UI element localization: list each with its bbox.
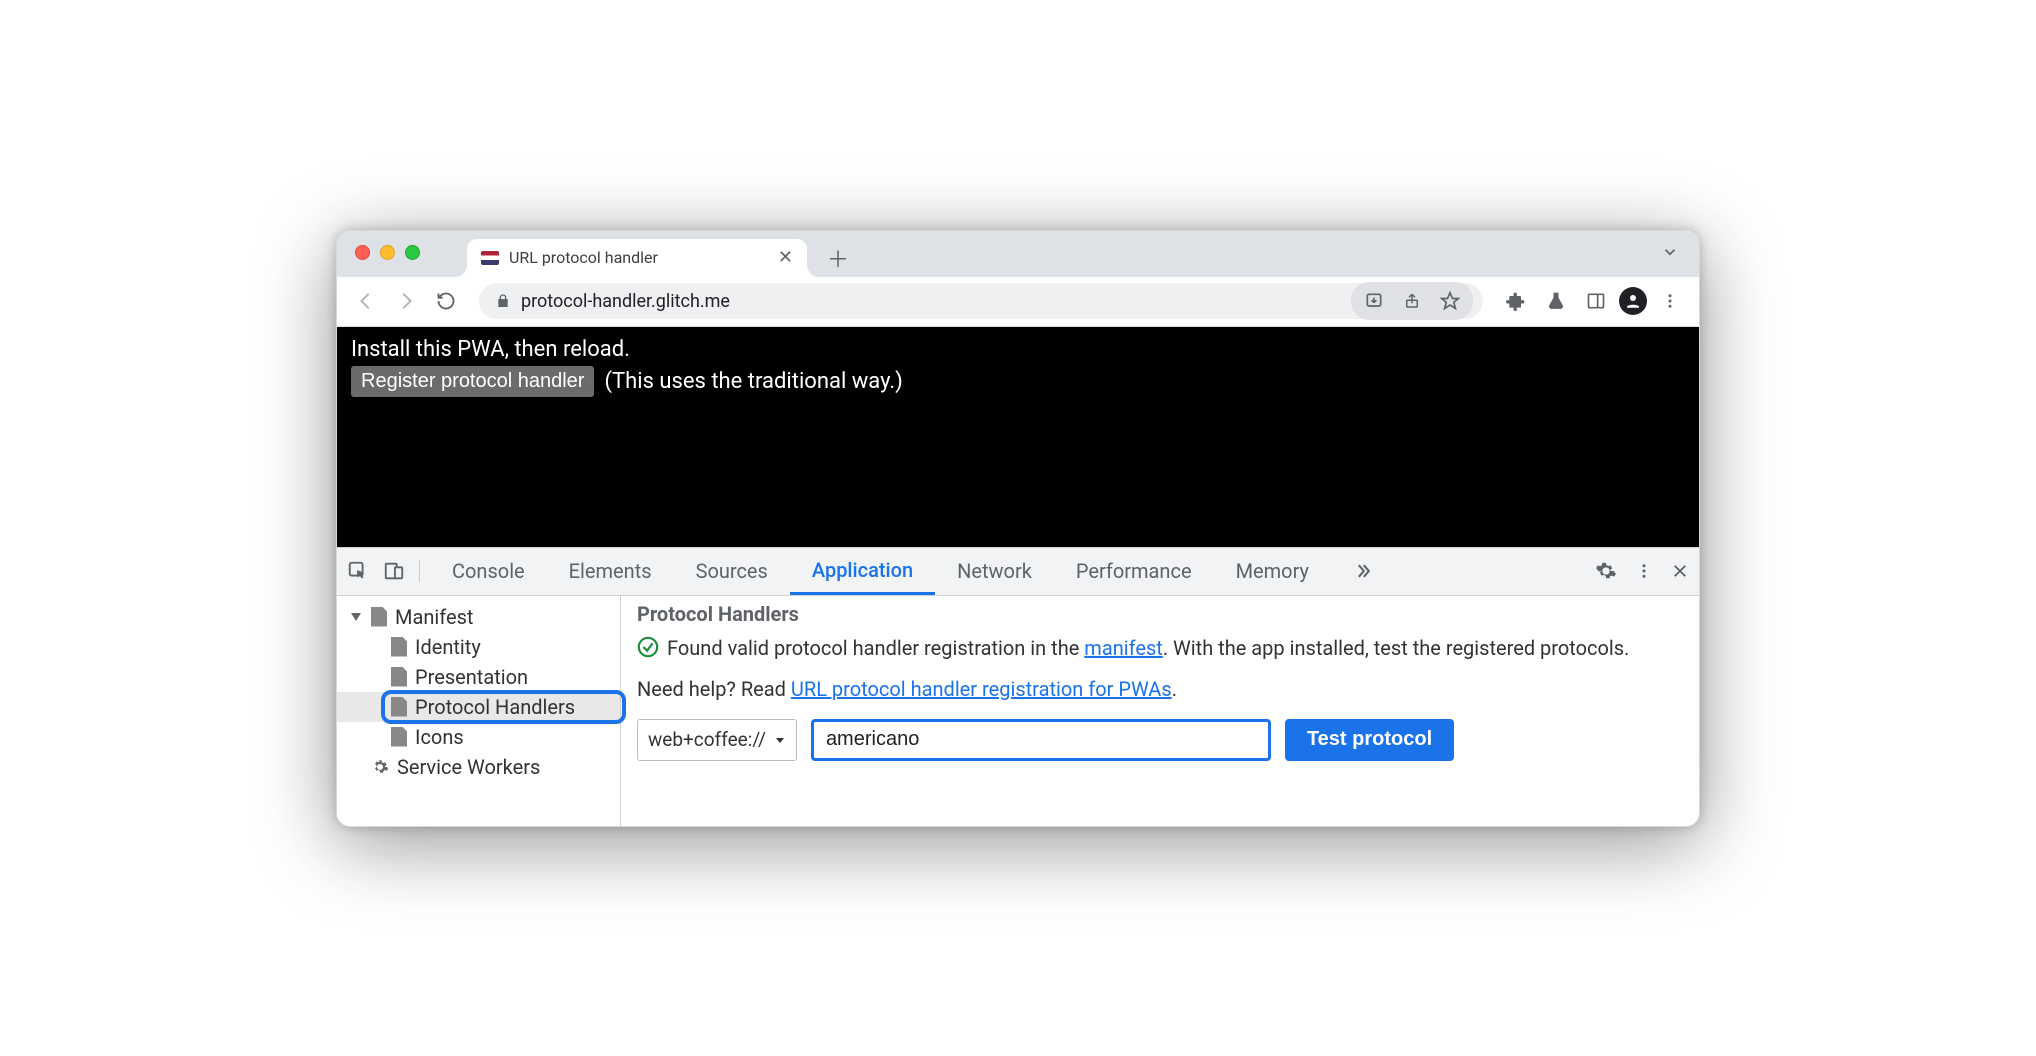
sidebar-item-label: Identity [415, 635, 481, 659]
forward-button[interactable] [389, 284, 423, 318]
devtools-tab-performance[interactable]: Performance [1054, 548, 1214, 595]
address-bar-actions [1351, 282, 1473, 320]
close-tab-button[interactable]: ✕ [774, 247, 797, 268]
labs-button[interactable] [1539, 284, 1573, 318]
devtools-sidebar: Manifest Identity Presentation Protocol … [337, 596, 621, 826]
manifest-link[interactable]: manifest [1084, 636, 1163, 660]
chrome-menu-button[interactable] [1653, 284, 1687, 318]
address-bar[interactable]: protocol-handler.glitch.me [479, 283, 1483, 319]
devtools-more-tabs-button[interactable] [1331, 548, 1395, 595]
sidebar-item-label: Protocol Handlers [415, 695, 575, 719]
help-link[interactable]: URL protocol handler registration for PW… [791, 677, 1172, 701]
caret-down-icon [351, 613, 361, 621]
devtools-tab-console[interactable]: Console [430, 548, 547, 595]
devtools-tab-application[interactable]: Application [790, 548, 935, 595]
tab-strip: URL protocol handler ✕ ＋ [337, 231, 1699, 277]
back-button[interactable] [349, 284, 383, 318]
text: Need help? Read [637, 677, 791, 701]
sidebar-item-label: Service Workers [397, 755, 540, 779]
sidebar-item-presentation[interactable]: Presentation [337, 662, 620, 692]
panel-heading: Protocol Handlers [637, 602, 1683, 626]
browser-window: URL protocol handler ✕ ＋ protocol-handle… [336, 230, 1700, 827]
file-icon [371, 607, 387, 627]
text: Found valid protocol handler registratio… [667, 636, 1084, 660]
inspect-element-button[interactable] [347, 560, 369, 582]
file-icon [391, 727, 407, 747]
side-panel-button[interactable] [1579, 284, 1613, 318]
sidebar-item-label: Icons [415, 725, 464, 749]
devtools-tab-sources[interactable]: Sources [674, 548, 790, 595]
sidebar-item-protocol-handlers[interactable]: Protocol Handlers [337, 692, 620, 722]
share-button[interactable] [1395, 284, 1429, 318]
test-protocol-button[interactable]: Test protocol [1285, 719, 1454, 761]
file-icon [391, 667, 407, 687]
devtools-close-button[interactable] [1671, 562, 1689, 580]
sidebar-item-label: Manifest [395, 605, 473, 629]
file-icon [391, 697, 407, 717]
file-icon [391, 637, 407, 657]
devtools-settings-button[interactable] [1595, 560, 1617, 582]
reload-button[interactable] [429, 284, 463, 318]
bookmark-button[interactable] [1433, 284, 1467, 318]
profile-button[interactable] [1619, 287, 1647, 315]
devtools-tab-memory[interactable]: Memory [1214, 548, 1331, 595]
sidebar-item-service-workers[interactable]: Service Workers [337, 752, 620, 782]
panel-status-text: Found valid protocol handler registratio… [667, 634, 1629, 663]
devtools-tab-network[interactable]: Network [935, 548, 1054, 595]
sidebar-item-label: Presentation [415, 665, 528, 689]
devtools-tabbar: Console Elements Sources Application Net… [337, 548, 1699, 596]
page-instruction-text: Install this PWA, then reload. [351, 337, 1685, 362]
device-toolbar-button[interactable] [383, 560, 405, 582]
window-controls [355, 245, 420, 260]
devtools-menu-button[interactable] [1635, 562, 1653, 580]
url-text: protocol-handler.glitch.me [521, 291, 730, 312]
devtools-tab-elements[interactable]: Elements [547, 548, 674, 595]
close-window-button[interactable] [355, 245, 370, 260]
page-content: Install this PWA, then reload. Register … [337, 327, 1699, 547]
devtools-panel: Console Elements Sources Application Net… [337, 547, 1699, 826]
tabs-overflow-button[interactable] [1661, 243, 1679, 261]
minimize-window-button[interactable] [380, 245, 395, 260]
lock-icon [495, 292, 511, 310]
protocol-select[interactable]: web+coffee:// [637, 719, 797, 761]
tab-title: URL protocol handler [509, 248, 764, 267]
sidebar-item-identity[interactable]: Identity [337, 632, 620, 662]
sidebar-item-manifest[interactable]: Manifest [337, 602, 620, 632]
text: . [1172, 677, 1177, 701]
browser-tab[interactable]: URL protocol handler ✕ [467, 239, 807, 277]
register-protocol-handler-button[interactable]: Register protocol handler [351, 366, 594, 397]
gear-icon [371, 758, 389, 776]
panel-help-text: Need help? Read URL protocol handler reg… [637, 677, 1683, 701]
protocol-path-input[interactable] [811, 719, 1271, 761]
text: . With the app installed, test the regis… [1163, 636, 1630, 660]
protocol-select-value: web+coffee:// [648, 728, 766, 751]
maximize-window-button[interactable] [405, 245, 420, 260]
page-hint-text: (This uses the traditional way.) [604, 369, 902, 394]
sidebar-item-icons[interactable]: Icons [337, 722, 620, 752]
check-circle-icon [637, 636, 659, 658]
new-tab-button[interactable]: ＋ [821, 241, 855, 275]
browser-toolbar: protocol-handler.glitch.me [337, 277, 1699, 327]
extensions-button[interactable] [1499, 284, 1533, 318]
tab-favicon [481, 251, 499, 265]
chevron-down-icon [774, 734, 786, 746]
devtools-main-panel: Protocol Handlers Found valid protocol h… [621, 596, 1699, 826]
install-pwa-button[interactable] [1357, 284, 1391, 318]
